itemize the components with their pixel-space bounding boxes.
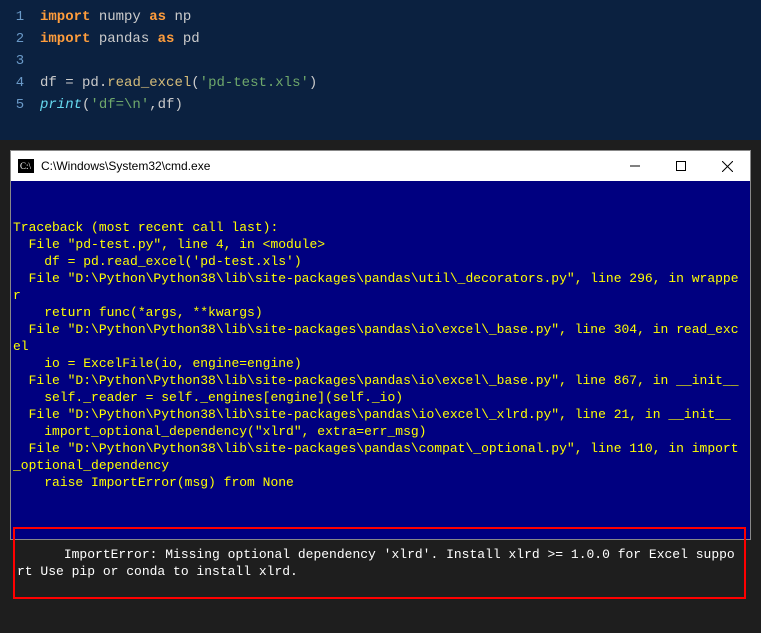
code-line: import pandas as pd xyxy=(40,28,761,50)
line-number: 2 xyxy=(0,28,40,50)
close-button[interactable] xyxy=(704,151,750,181)
code-line: print('df=\n',df) xyxy=(40,94,761,116)
code-editor[interactable]: 12345 import numpy as npimport pandas as… xyxy=(0,0,761,140)
maximize-button[interactable] xyxy=(658,151,704,181)
error-message: ImportError: Missing optional dependency… xyxy=(17,547,735,579)
code-line: df = pd.read_excel('pd-test.xls') xyxy=(40,72,761,94)
cmd-window: C:\ C:\Windows\System32\cmd.exe Tracebac… xyxy=(10,150,751,540)
minimize-button[interactable] xyxy=(612,151,658,181)
window-title: C:\Windows\System32\cmd.exe xyxy=(41,159,612,173)
svg-text:C:\: C:\ xyxy=(20,161,32,171)
window-titlebar[interactable]: C:\ C:\Windows\System32\cmd.exe xyxy=(11,151,750,181)
code-area[interactable]: import numpy as npimport pandas as pd df… xyxy=(40,6,761,134)
traceback-text: Traceback (most recent call last): File … xyxy=(13,219,746,491)
line-number: 1 xyxy=(0,6,40,28)
code-line xyxy=(40,50,761,72)
code-line: import numpy as np xyxy=(40,6,761,28)
line-gutter: 12345 xyxy=(0,6,40,134)
terminal-body[interactable]: Traceback (most recent call last): File … xyxy=(11,181,750,539)
line-number: 3 xyxy=(0,50,40,72)
cmd-icon: C:\ xyxy=(17,157,35,175)
line-number: 5 xyxy=(0,94,40,116)
error-highlight: ImportError: Missing optional dependency… xyxy=(13,527,746,599)
line-number: 4 xyxy=(0,72,40,94)
